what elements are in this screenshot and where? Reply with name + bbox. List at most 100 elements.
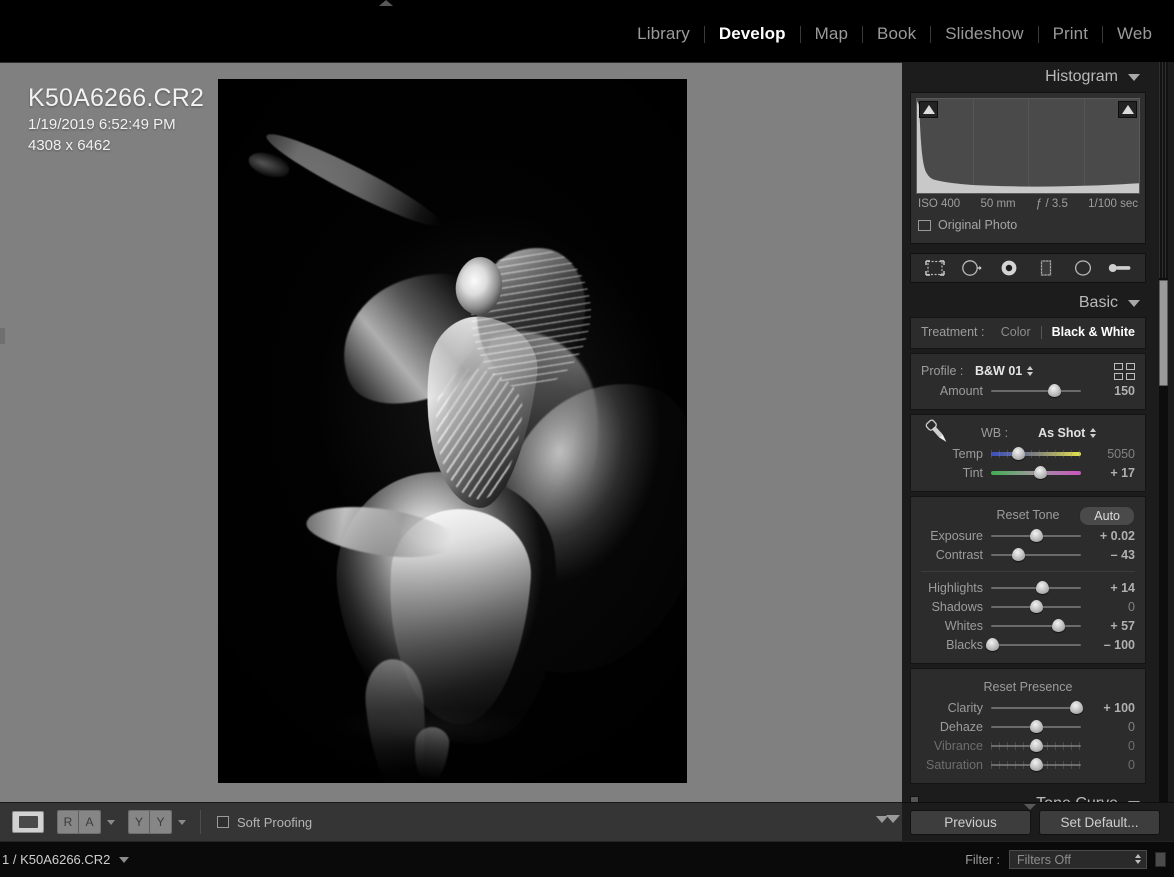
spot-removal-icon[interactable] xyxy=(960,257,984,279)
white-balance-selector-eyedropper-icon[interactable] xyxy=(921,416,961,450)
dehaze-track[interactable] xyxy=(991,717,1081,736)
highlights-value[interactable]: + 14 xyxy=(1089,581,1135,595)
exposure-track[interactable] xyxy=(991,526,1081,545)
loupe-view-button[interactable] xyxy=(12,811,44,833)
red-eye-correction-icon[interactable] xyxy=(997,257,1021,279)
clarity-track[interactable] xyxy=(991,698,1083,717)
profile-amount-track[interactable] xyxy=(991,381,1081,400)
tint-knob[interactable] xyxy=(1034,466,1047,479)
right-panel-scrollbar[interactable] xyxy=(1159,62,1168,802)
clarity-knob[interactable] xyxy=(1070,701,1083,714)
profile-value[interactable]: B&W 01 xyxy=(975,364,1022,378)
graduated-filter-icon[interactable] xyxy=(1034,257,1058,279)
highlights-track[interactable] xyxy=(991,578,1081,597)
adjustment-brush-icon[interactable] xyxy=(1108,257,1132,279)
filter-lock-toggle[interactable] xyxy=(1155,852,1166,867)
radial-filter-icon[interactable] xyxy=(1071,257,1095,279)
previous-button[interactable]: Previous xyxy=(910,809,1031,835)
shadows-track[interactable] xyxy=(991,597,1081,616)
dehaze-value[interactable]: 0 xyxy=(1089,720,1135,734)
toolbar-collapse-arrow-icon-2[interactable] xyxy=(886,815,900,823)
whites-track[interactable] xyxy=(991,616,1081,635)
original-photo-row[interactable]: Original Photo xyxy=(916,218,1140,232)
filter-select[interactable]: Filters Off xyxy=(1009,850,1147,869)
photo-filename: K50A6266.CR2 xyxy=(28,84,205,112)
blacks-track[interactable] xyxy=(986,635,1081,654)
saturation-knob[interactable] xyxy=(1029,758,1043,771)
histogram-panel-header[interactable]: Histogram xyxy=(902,62,1154,92)
right-panel-button-bar: Previous Set Default... xyxy=(886,802,1174,841)
reset-presence-label[interactable]: Reset Presence xyxy=(984,680,1073,694)
original-photo-checkbox[interactable] xyxy=(918,219,931,231)
clarity-value[interactable]: + 100 xyxy=(1089,701,1135,715)
shadows-value[interactable]: 0 xyxy=(1089,600,1135,614)
module-print[interactable]: Print xyxy=(1039,24,1102,44)
reset-tone-label[interactable]: Reset Tone xyxy=(996,508,1059,522)
vibrance-value[interactable]: 0 xyxy=(1089,739,1135,753)
filmstrip-source-path[interactable]: 1 / K50A6266.CR2 xyxy=(2,852,110,867)
exposure-knob[interactable] xyxy=(1030,529,1044,542)
highlight-clipping-indicator[interactable] xyxy=(1118,101,1137,118)
left-panel-toggle-arrow-icon[interactable] xyxy=(0,328,5,344)
profile-amount-knob[interactable] xyxy=(1048,384,1062,397)
profile-browser-grid-icon[interactable] xyxy=(1114,362,1135,380)
module-develop[interactable]: Develop xyxy=(705,24,800,44)
saturation-slider-row: Saturation 0 xyxy=(921,755,1135,774)
compare-view-left-label: R xyxy=(58,811,79,833)
histogram-collapse-chevron-icon[interactable] xyxy=(1128,73,1140,81)
photo-preview[interactable] xyxy=(218,79,687,783)
blacks-knob[interactable] xyxy=(986,638,1000,651)
top-panel-toggle-arrow-icon[interactable] xyxy=(379,0,393,6)
shadows-knob[interactable] xyxy=(1029,600,1043,613)
treatment-group: Treatment : Color Black & White xyxy=(910,317,1146,349)
blacks-value[interactable]: – 100 xyxy=(1089,638,1135,652)
top-module-bar: Library Develop Map Book Slideshow Print… xyxy=(0,0,1174,62)
profile-amount-slider-row: Amount 150 xyxy=(921,381,1135,400)
white-balance-stepper-icon[interactable] xyxy=(1090,428,1097,438)
module-library[interactable]: Library xyxy=(623,24,704,44)
crop-overlay-icon[interactable] xyxy=(923,257,947,279)
treatment-bw-option[interactable]: Black & White xyxy=(1052,325,1135,339)
module-slideshow[interactable]: Slideshow xyxy=(931,24,1037,44)
white-balance-value[interactable]: As Shot xyxy=(1038,426,1085,440)
histogram-plot[interactable] xyxy=(916,98,1140,194)
scrollbar-thumb[interactable] xyxy=(1159,280,1168,386)
treatment-color-option[interactable]: Color xyxy=(1001,325,1031,339)
tint-track[interactable] xyxy=(991,463,1081,482)
temp-track[interactable] xyxy=(991,444,1081,463)
right-panel-toggle-arrow-icon[interactable] xyxy=(1024,804,1036,810)
vibrance-knob[interactable] xyxy=(1029,739,1043,752)
filmstrip-source-dropdown-icon[interactable] xyxy=(119,856,130,863)
module-book[interactable]: Book xyxy=(863,24,930,44)
whites-value[interactable]: + 57 xyxy=(1089,619,1135,633)
module-web[interactable]: Web xyxy=(1103,24,1166,44)
soft-proofing-checkbox[interactable] xyxy=(217,816,229,828)
dehaze-knob[interactable] xyxy=(1029,720,1043,733)
exposure-value[interactable]: + 0.02 xyxy=(1089,529,1135,543)
filter-select-stepper-icon[interactable] xyxy=(1135,854,1141,864)
contrast-track[interactable] xyxy=(991,545,1081,564)
contrast-value[interactable]: – 43 xyxy=(1089,548,1135,562)
saturation-track[interactable] xyxy=(991,755,1081,774)
set-default-button[interactable]: Set Default... xyxy=(1039,809,1160,835)
profile-amount-value[interactable]: 150 xyxy=(1089,384,1135,398)
highlights-knob[interactable] xyxy=(1035,581,1049,594)
whites-knob[interactable] xyxy=(1052,619,1065,632)
compare-view-button[interactable]: R A xyxy=(57,810,101,834)
before-after-dropdown-icon[interactable] xyxy=(178,819,186,825)
temp-value[interactable]: 5050 xyxy=(1089,447,1135,461)
shadow-clipping-indicator[interactable] xyxy=(919,101,938,118)
tone-curve-panel-header[interactable]: Tone Curve xyxy=(902,790,1154,802)
contrast-knob[interactable] xyxy=(1011,548,1025,561)
temp-knob[interactable] xyxy=(1012,447,1026,460)
basic-panel-header[interactable]: Basic xyxy=(902,289,1154,317)
auto-tone-button[interactable]: Auto xyxy=(1079,506,1135,526)
basic-collapse-chevron-icon[interactable] xyxy=(1128,299,1140,307)
tint-value[interactable]: + 17 xyxy=(1089,466,1135,480)
module-map[interactable]: Map xyxy=(801,24,862,44)
vibrance-track[interactable] xyxy=(991,736,1081,755)
before-after-view-button[interactable]: Y Y xyxy=(128,810,172,834)
profile-stepper-icon[interactable] xyxy=(1027,366,1034,376)
saturation-value[interactable]: 0 xyxy=(1089,758,1135,772)
compare-view-dropdown-icon[interactable] xyxy=(107,819,115,825)
